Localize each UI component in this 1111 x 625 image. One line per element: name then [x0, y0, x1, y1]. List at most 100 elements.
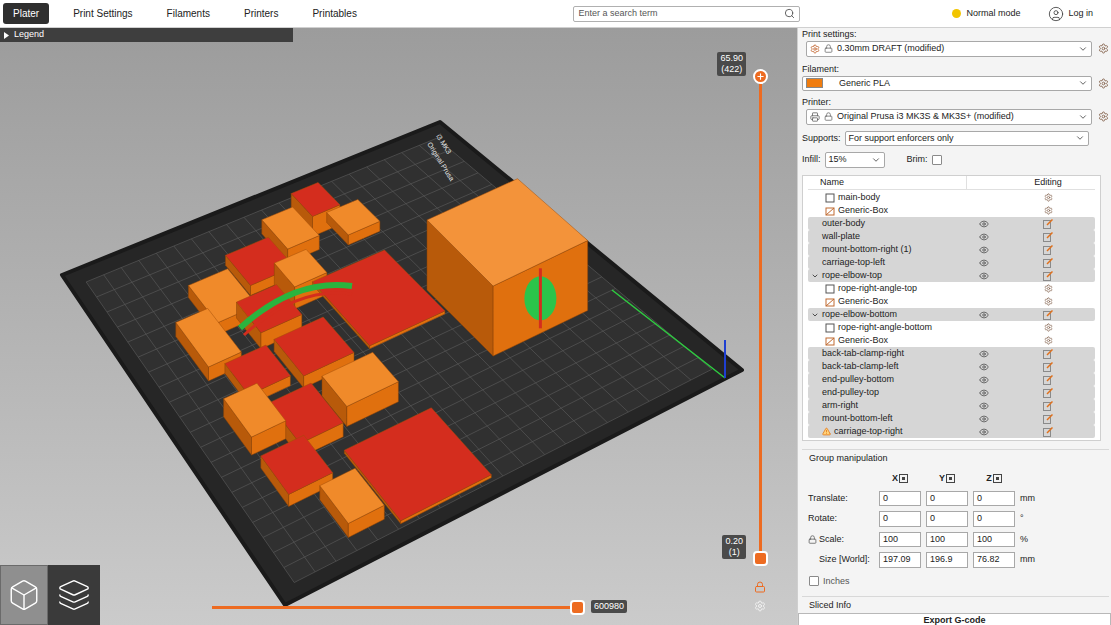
eye-icon[interactable]	[979, 362, 989, 372]
3d-canvas[interactable]: Original Prusai3 MK3Legend65.90(422)0.20…	[0, 28, 797, 625]
object-row[interactable]: end-pulley-top	[808, 386, 1095, 399]
login-button[interactable]: Log in	[1048, 6, 1111, 22]
edit-icon[interactable]	[1043, 310, 1053, 320]
expand-icon[interactable]	[811, 272, 819, 280]
value-field[interactable]: 100	[879, 532, 921, 548]
tab[interactable]: Printables	[302, 3, 366, 24]
tab[interactable]: Plater	[3, 3, 49, 24]
edit-icon[interactable]	[1043, 245, 1053, 255]
tab[interactable]: Filaments	[157, 3, 220, 24]
layer-bottom-thumb[interactable]	[753, 551, 768, 566]
object-row[interactable]: carriage-top-left	[808, 256, 1095, 269]
object-row[interactable]: end-pulley-bottom	[808, 373, 1095, 386]
search-icon[interactable]	[784, 8, 795, 19]
edit-icon[interactable]	[1043, 219, 1053, 229]
export-gcode-button[interactable]: Export G-code	[798, 613, 1111, 625]
eye-icon[interactable]	[979, 219, 989, 229]
object-row[interactable]: rope-elbow-bottom	[808, 308, 1095, 321]
edit-icon[interactable]	[1043, 232, 1053, 242]
object-row[interactable]: back-tab-clamp-left	[808, 360, 1095, 373]
gear-icon[interactable]	[1044, 323, 1053, 332]
gear-icon[interactable]	[1044, 297, 1053, 306]
axis-icon[interactable]	[899, 474, 908, 483]
eye-icon[interactable]	[979, 427, 989, 437]
object-row[interactable]: mount-bottom-right (1)	[808, 243, 1095, 256]
value-field[interactable]: 0	[926, 491, 968, 507]
tab[interactable]: Printers	[234, 3, 288, 24]
3d-view-button[interactable]	[0, 565, 48, 625]
model-part[interactable]	[327, 199, 380, 245]
object-row[interactable]: back-tab-clamp-right	[808, 347, 1095, 360]
horizontal-slider-thumb[interactable]	[570, 600, 585, 615]
lock-icon[interactable]	[754, 581, 766, 593]
object-row[interactable]: rope-right-angle-bottom	[808, 321, 1095, 334]
printer-dropdown[interactable]: Original Prusa i3 MK3S & MK3S+ (modified…	[806, 109, 1092, 125]
scale-lock-icon[interactable]	[808, 535, 817, 544]
legend-bar[interactable]: Legend	[0, 28, 293, 42]
search-field[interactable]: Enter a search term	[573, 6, 800, 22]
gear-icon[interactable]	[1098, 111, 1109, 122]
mode-indicator[interactable]: Normal mode	[952, 7, 1020, 21]
edit-icon[interactable]	[1043, 375, 1053, 385]
eye-icon[interactable]	[979, 232, 989, 242]
object-row[interactable]: rope-elbow-top	[808, 269, 1095, 282]
filament-color-swatch[interactable]	[806, 78, 823, 88]
model-part[interactable]	[427, 179, 588, 356]
object-row[interactable]: Generic-Box	[808, 295, 1095, 308]
object-row[interactable]: Generic-Box	[808, 204, 1095, 217]
print-settings-dropdown[interactable]: 0.30mm DRAFT (modified)	[806, 41, 1092, 57]
eye-icon[interactable]	[979, 401, 989, 411]
value-field[interactable]: 0	[973, 491, 1015, 507]
edit-icon[interactable]	[1043, 414, 1053, 424]
gear-icon[interactable]	[1044, 206, 1053, 215]
axis-icon[interactable]	[993, 474, 1002, 483]
edit-icon[interactable]	[1043, 271, 1053, 281]
horizontal-slider-track[interactable]	[212, 606, 577, 609]
value-field[interactable]: 0	[926, 511, 968, 527]
filament-dropdown[interactable]: Generic PLA	[802, 76, 1092, 92]
edit-icon[interactable]	[1043, 349, 1053, 359]
gear-icon[interactable]	[1098, 43, 1109, 54]
eye-icon[interactable]	[979, 388, 989, 398]
eye-icon[interactable]	[979, 271, 989, 281]
value-field[interactable]: 197.09	[879, 552, 921, 568]
supports-dropdown[interactable]: For support enforcers only	[845, 131, 1089, 147]
vertical-slider-track[interactable]	[759, 76, 762, 558]
gear-icon[interactable]	[1044, 193, 1053, 202]
brim-checkbox[interactable]	[932, 155, 942, 165]
print-bed-scene[interactable]: Original Prusai3 MK3	[0, 28, 797, 625]
eye-icon[interactable]	[979, 258, 989, 268]
layer-top-thumb[interactable]	[753, 69, 768, 84]
object-row[interactable]: rope-right-angle-top	[808, 282, 1095, 295]
inches-checkbox[interactable]	[809, 576, 819, 586]
object-row[interactable]: mount-bottom-left	[808, 412, 1095, 425]
value-field[interactable]: 76.82	[973, 552, 1015, 568]
value-field[interactable]: 100	[926, 532, 968, 548]
tab[interactable]: Print Settings	[63, 3, 142, 24]
edit-icon[interactable]	[1043, 427, 1053, 437]
object-row[interactable]: arm-right	[808, 399, 1095, 412]
edit-icon[interactable]	[1043, 362, 1053, 372]
eye-icon[interactable]	[979, 310, 989, 320]
expand-icon[interactable]	[811, 311, 819, 319]
value-field[interactable]: 100	[973, 532, 1015, 548]
edit-icon[interactable]	[1043, 258, 1053, 268]
axis-icon[interactable]	[946, 474, 955, 483]
object-row[interactable]: main-body	[808, 191, 1095, 204]
value-field[interactable]: 0	[879, 491, 921, 507]
eye-icon[interactable]	[979, 414, 989, 424]
eye-icon[interactable]	[979, 375, 989, 385]
gear-icon[interactable]	[1044, 284, 1053, 293]
edit-icon[interactable]	[1043, 401, 1053, 411]
model-part[interactable]	[320, 468, 385, 537]
infill-dropdown[interactable]: 15%	[825, 152, 885, 168]
eye-icon[interactable]	[979, 245, 989, 255]
gear-icon[interactable]	[1044, 336, 1053, 345]
preview-button[interactable]	[48, 565, 100, 625]
object-row[interactable]: carriage-top-right	[808, 425, 1095, 438]
value-field[interactable]: 0	[973, 511, 1015, 527]
object-row[interactable]: Generic-Box	[808, 334, 1095, 347]
value-field[interactable]: 196.9	[926, 552, 968, 568]
gear-icon[interactable]	[754, 600, 766, 612]
value-field[interactable]: 0	[879, 511, 921, 527]
